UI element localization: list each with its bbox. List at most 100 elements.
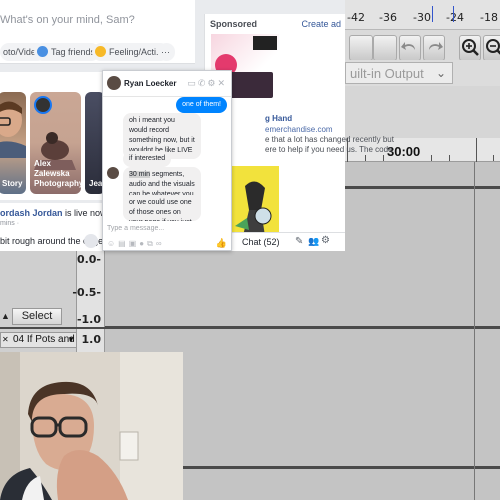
link-icon[interactable]: ∞ [156, 239, 165, 248]
close-icon[interactable]: ✕ [217, 78, 227, 88]
track-name-label: 04 If Pots and [13, 334, 75, 345]
ad-title-link[interactable]: g Hand [265, 114, 292, 123]
story-avatar [34, 96, 52, 114]
emoji-icon[interactable]: ● [139, 239, 147, 248]
messenger-chat-window: Ryan Loecker ▭✆⚙✕ one of them! oh i mean… [102, 70, 232, 251]
globe-icon [84, 234, 98, 248]
facebook-window: What's on your mind, Sam? oto/Video Tag … [0, 0, 394, 251]
trim-button[interactable] [373, 35, 397, 61]
live-post-meta: mins · [0, 220, 20, 227]
ad-description: e that a lot has changed recently but [265, 135, 394, 144]
chevron-down-icon: ▼ [67, 335, 75, 344]
story-caption: Jea [89, 179, 103, 188]
chat-count-label: Chat (52) [242, 237, 280, 247]
meter-tick: -24 [446, 11, 464, 24]
sticker-icon[interactable]: ☺ [107, 239, 118, 248]
playback-meter-ruler[interactable]: -42 -36 -30 -24 -18 [345, 0, 500, 30]
ad-domain[interactable]: emerchandise.com [265, 125, 333, 134]
attach-icon[interactable]: ⧉ [147, 239, 156, 248]
track-select-button[interactable]: Select [12, 308, 62, 325]
timeline-tick [449, 155, 450, 161]
laptop-image [227, 72, 273, 98]
meter-tick: -36 [379, 11, 397, 24]
meter-tick: -18 [480, 11, 498, 24]
live-post[interactable]: ordash Jordan is live now. mins · bit ro… [0, 203, 109, 251]
video-call-icon[interactable]: ▭ [187, 78, 198, 88]
message-bubble-received: if interested [123, 151, 172, 167]
gear-icon[interactable]: ⚙ [207, 78, 217, 88]
ad-description: ere to help if you need us. The code [265, 145, 393, 154]
like-icon[interactable]: 👍 [216, 238, 227, 249]
meter-peak-marker [432, 6, 433, 22]
gear-icon[interactable]: ⚙ [321, 235, 330, 246]
timeline-tick [431, 155, 432, 161]
device-toolbar: uilt-in Output ⌄ [345, 60, 500, 86]
webcam-overlay [0, 352, 183, 500]
message-bubble-sent: one of them! [176, 97, 227, 113]
zoom-in-button[interactable] [459, 35, 481, 61]
chevron-down-icon: ⌄ [435, 66, 446, 80]
clip-boundary [474, 162, 475, 500]
undo-icon [401, 42, 415, 50]
message-bubble-received: or we could use one of those ones on you… [123, 195, 201, 221]
redo-icon [429, 42, 443, 50]
meter-peak-marker [453, 6, 454, 22]
person-image [0, 101, 26, 158]
avatar [107, 76, 121, 90]
close-track-icon[interactable]: ✕ [2, 333, 9, 347]
live-post-title: ordash Jordan is live now. [0, 208, 109, 218]
silence-button[interactable] [349, 35, 373, 61]
new-message-icon[interactable]: ✎ [295, 236, 303, 247]
meter-tick: -42 [347, 11, 365, 24]
composer-prompt[interactable]: What's on your mind, Sam? [0, 14, 135, 26]
live-post-author[interactable]: ordash Jordan [0, 208, 63, 218]
photo-icon[interactable]: ▣ [129, 239, 140, 248]
scale-label: 0.0- [76, 253, 101, 266]
post-composer[interactable]: What's on your mind, Sam? oto/Video Tag … [0, 0, 195, 64]
create-ad-link[interactable]: Create ad [301, 19, 341, 29]
track-amplitude-scale: 0.0- -0.5- -1.0 [72, 251, 105, 327]
group-chat-icon[interactable]: 👥 [308, 236, 319, 247]
ad-banner [253, 36, 277, 50]
phone-icon[interactable]: ✆ [198, 78, 208, 88]
timeline-tick [493, 155, 494, 161]
feeling-icon [95, 46, 106, 57]
highlighted-text: 30 min [129, 171, 151, 178]
timeline-tick [383, 155, 384, 161]
sponsored-heading: Sponsored [210, 19, 258, 29]
scale-label: -1.0 [76, 313, 101, 326]
tag-friends-icon [37, 46, 48, 57]
chat-sidebar-bar[interactable]: Chat (52) ✎ 👥 ⚙ [232, 232, 345, 251]
avatar [107, 167, 119, 179]
meter-tick: -30 [413, 11, 431, 24]
zoom-out-icon [486, 39, 500, 55]
timeline-tick [365, 155, 366, 161]
composer-toolbar: ☺▤▣●⧉∞ [107, 239, 165, 249]
output-device-label: uilt-in Output [350, 66, 424, 81]
webcam-person-image [0, 352, 183, 500]
timeline-tick [476, 138, 477, 162]
more-options-button[interactable]: ··· [158, 43, 175, 61]
chat-header[interactable]: Ryan Loecker ▭✆⚙✕ [103, 71, 231, 97]
collapse-track-icon[interactable]: ▲ [0, 308, 11, 325]
chat-header-icons: ▭✆⚙✕ [187, 78, 227, 89]
story-card[interactable]: Story [0, 92, 26, 194]
story-caption: Alex Zalewska Photography [34, 159, 81, 188]
scale-label: 1.0 [81, 333, 102, 346]
gif-icon[interactable]: ▤ [118, 239, 129, 248]
message-input[interactable]: Type a message... [107, 225, 164, 232]
tag-friends-chip[interactable]: Tag friends [34, 43, 101, 61]
redo-button[interactable] [423, 35, 445, 61]
stories-tray: Story Alex Zalewska Photography Jea [0, 72, 105, 200]
story-card[interactable]: Alex Zalewska Photography [30, 92, 81, 194]
story-caption: Story [2, 179, 23, 188]
output-device-select[interactable]: uilt-in Output ⌄ [345, 62, 453, 84]
scale-label: -0.5- [72, 286, 101, 299]
chat-contact-name[interactable]: Ryan Loecker [124, 79, 176, 88]
track-name-menu[interactable]: ✕ 04 If Pots and ▼ [0, 332, 77, 348]
zoom-out-button[interactable] [483, 35, 500, 61]
tag-friends-label: Tag friends [51, 47, 96, 57]
feeling-label: Feeling/Acti... [109, 47, 164, 57]
undo-button[interactable] [399, 35, 421, 61]
zoom-in-icon [462, 39, 479, 56]
